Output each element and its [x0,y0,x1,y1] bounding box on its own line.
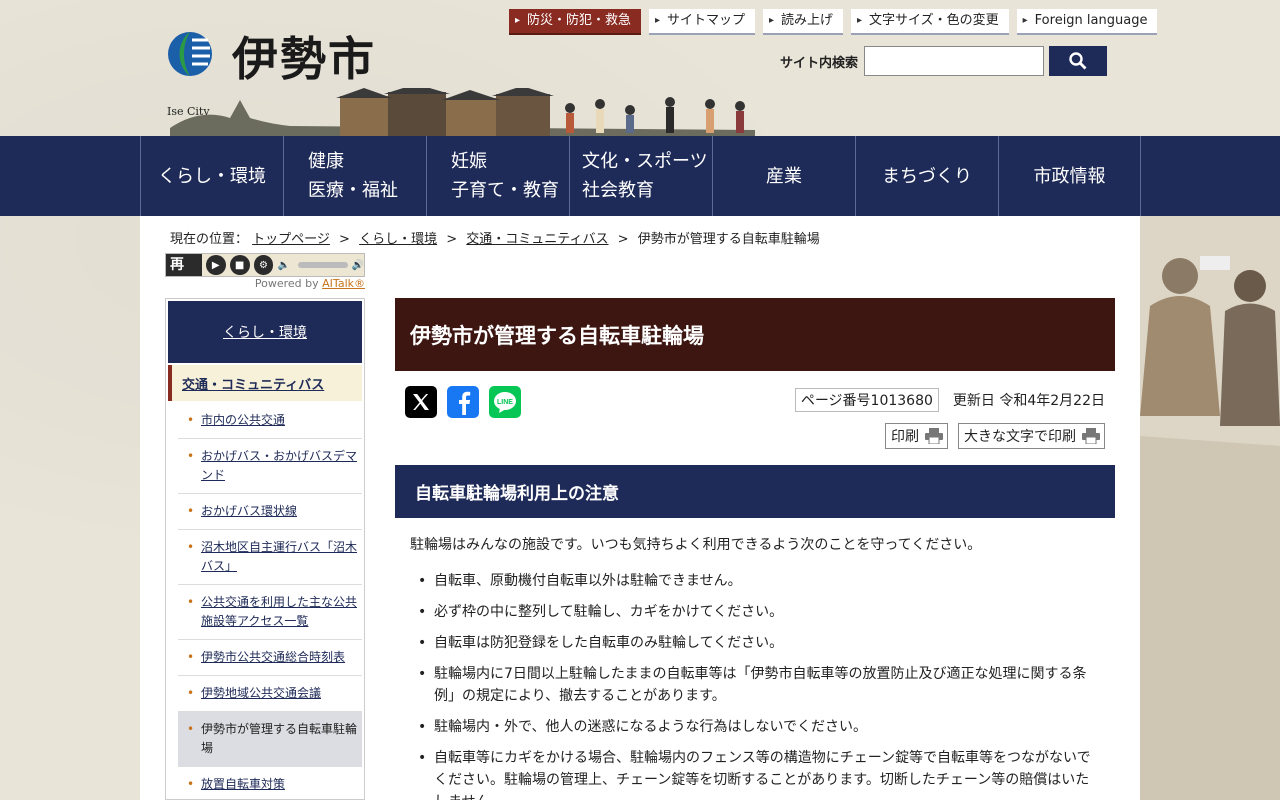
sitemap-link[interactable]: サイトマップ [649,9,756,35]
rules-list: 自転車、原動機付自転車以外は駐輪できません。 必ず枠の中に整列して駐輪し、カギを… [410,570,1100,800]
nav-city-administration[interactable]: 市政情報 [998,136,1141,216]
foreign-language-link[interactable]: Foreign language [1016,9,1158,35]
page-meta: ページ番号1013680 更新日 令和4年2月22日 [794,388,1105,412]
print-large-label: 大きな文字で印刷 [964,429,1076,445]
nav-town-planning[interactable]: まちづくり [855,136,998,216]
ise-city-emblem-icon [168,32,212,76]
side-item-facility-access[interactable]: 公共交通を利用した主な公共施設等アクセス一覧 [178,585,362,640]
print-label: 印刷 [891,429,919,445]
nav-health-welfare[interactable]: 健康 医療・福祉 [283,136,426,216]
global-nav: くらし・環境 健康 医療・福祉 妊娠 子育て・教育 文化・スポーツ 社会教育 産… [0,136,1280,216]
text-size-color-link[interactable]: 文字サイズ・色の変更 [851,9,1009,35]
side-item-abandoned-bicycles[interactable]: 放置自転車対策 [178,767,362,800]
breadcrumb-transport[interactable]: 交通・コミュニティバス [466,232,608,247]
breadcrumb-home[interactable]: トップページ [252,232,330,247]
side-category[interactable]: 交通・コミュニティバス [168,365,362,401]
tts-powered-label: Powered by [254,277,319,290]
side-item-okage-bus[interactable]: おかげバス・おかげバスデマンド [178,439,362,494]
printer-icon [1082,428,1100,444]
rule-item: 駐輪場内・外で、他人の迷惑になるような行為はしないでください。 [410,716,1100,738]
search-input[interactable] [864,46,1045,76]
utility-links: 防災・防犯・救急 サイトマップ 読み上げ 文字サイズ・色の変更 Foreign … [509,9,1158,35]
print-button[interactable]: 印刷 [885,423,948,449]
side-item-bicycle-parking: 伊勢市が管理する自転車駐輪場 [178,712,362,767]
breadcrumb-prefix: 現在の位置： [170,232,249,247]
tts-stop-icon[interactable]: ■ [229,255,250,275]
tts-powered-by: Powered by AITalk® [255,277,365,290]
breadcrumb-separator: > [446,232,458,247]
read-aloud-link[interactable]: 読み上げ [763,9,844,35]
line-share-icon[interactable]: LINE [489,386,521,418]
search-label: サイト内検索 [780,55,859,71]
breadcrumb: 現在の位置： トップページ > くらし・環境 > 交通・コミュニティバス > 伊… [170,228,820,247]
disaster-link[interactable]: 防災・防犯・救急 [509,9,642,35]
logo-name-text: 伊勢市 [232,32,376,86]
tts-settings-icon[interactable]: ⚙ [253,255,274,275]
volume-high-icon: 🔊 [351,259,365,271]
svg-text:LINE: LINE [497,399,513,406]
updated-date: 更新日 令和4年2月22日 [952,393,1105,409]
print-large-button[interactable]: 大きな文字で印刷 [958,423,1105,449]
tts-brand-link[interactable]: AITalk® [322,277,365,290]
rule-item: 自転車等にカギをかける場合、駐輪場内のフェンス等の構造物にチェーン錠等で自転車等… [410,747,1100,800]
facebook-share-icon[interactable] [447,386,479,418]
rule-item: 自転車、原動機付自転車以外は駐輪できません。 [410,570,1100,592]
side-heading[interactable]: くらし・環境 [168,301,362,363]
rule-item: 駐輪場内に7日間以上駐輪したままの自転車等は「伊勢市自転車等の放置防止及び適正な… [410,663,1100,707]
side-item-numaki-bus[interactable]: 沼木地区自主運行バス「沼木バス」 [178,530,362,585]
volume-low-icon: 🔈 [277,259,290,271]
breadcrumb-current: 伊勢市が管理する自転車駐輪場 [637,232,820,247]
side-item-public-transport[interactable]: 市内の公共交通 [178,403,362,439]
breadcrumb-separator: > [617,232,629,247]
nav-childcare-education[interactable]: 妊娠 子育て・教育 [426,136,569,216]
breadcrumb-living[interactable]: くらし・環境 [359,232,437,247]
search-button[interactable] [1049,46,1108,76]
site-header: Ise City 伊勢市 防災・防犯・救急 サイトマップ 読み上げ 文字サイズ・… [0,0,1280,136]
printer-icon [925,428,943,444]
search-icon [1069,52,1087,70]
side-item-transport-council[interactable]: 伊勢地域公共交通会議 [178,676,362,712]
nav-living-environment[interactable]: くらし・環境 [140,136,283,216]
tts-play-button[interactable]: 再生 [166,254,202,295]
main-content: 伊勢市が管理する自転車駐輪場 LINE ページ番号1013680 更新日 令和4… [395,298,1115,800]
ukiyoe-decoration [1140,216,1280,800]
rule-item: 自転車は防犯登録をした自転車のみ駐輪してください。 [410,632,1100,654]
section-heading: 自転車駐輪場利用上の注意 [395,465,1115,518]
site-search: サイト内検索 [780,46,1108,76]
nav-industry[interactable]: 産業 [712,136,855,216]
side-item-timetable[interactable]: 伊勢市公共交通総合時刻表 [178,640,362,676]
page-number: ページ番号1013680 [794,388,939,412]
site-logo[interactable]: Ise City 伊勢市 [166,24,406,118]
nav-culture-sports[interactable]: 文化・スポーツ 社会教育 [569,136,712,216]
intro-text: 駐輪場はみんなの施設です。いつも気持ちよく利用できるよう次のことを守ってください… [410,537,982,553]
page-title: 伊勢市が管理する自転車駐輪場 [395,298,1115,371]
print-buttons: 印刷 大きな文字で印刷 [885,423,1105,449]
text-to-speech-player: 再生 ▶ ■ ⚙ 🔈 🔊 Powered by AITalk® [165,253,365,295]
local-nav: くらし・環境 交通・コミュニティバス 市内の公共交通 おかげバス・おかげバスデマ… [165,298,365,800]
tts-next-icon[interactable]: ▶ [205,255,226,275]
breadcrumb-separator: > [339,232,350,247]
townscape-illustration [170,88,755,136]
social-share: LINE [405,386,521,418]
side-item-okage-loop[interactable]: おかげバス環状線 [178,494,362,530]
x-share-icon[interactable] [405,386,437,418]
rule-item: 必ず枠の中に整列して駐輪し、カギをかけてください。 [410,601,1100,623]
tts-volume-slider[interactable] [297,262,348,268]
